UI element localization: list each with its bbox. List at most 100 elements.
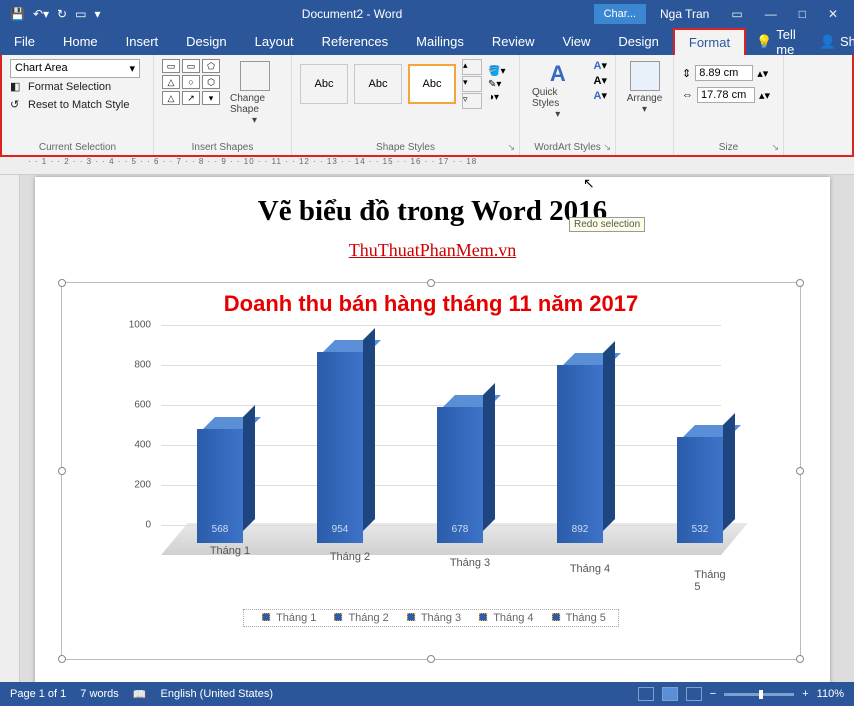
redo-icon[interactable]: ↻ <box>57 7 67 21</box>
resize-handle[interactable] <box>427 655 435 663</box>
legend-item[interactable]: Tháng 5 <box>546 612 606 624</box>
language-indicator[interactable]: English (United States) <box>161 688 274 700</box>
maximize-icon[interactable]: □ <box>791 7 814 21</box>
tab-mailings[interactable]: Mailings <box>402 29 478 54</box>
resize-handle[interactable] <box>58 655 66 663</box>
style-preset-3[interactable]: Abc <box>408 64 456 104</box>
x-label: Tháng 1 <box>210 545 250 557</box>
document-area[interactable]: Vẽ biểu đồ trong Word 2016 ThuThuatPhanM… <box>20 175 854 682</box>
legend-item[interactable]: Tháng 4 <box>473 612 533 624</box>
shape-fill-button[interactable]: 🪣▾ <box>488 66 505 77</box>
tab-format[interactable]: Format <box>673 28 746 55</box>
gallery-up-icon[interactable]: ▴ <box>462 59 482 75</box>
ribbon-options-icon[interactable]: ▭ <box>723 7 750 21</box>
y-axis: 02004006008001000 <box>111 325 155 545</box>
bar[interactable]: 892 <box>557 365 603 543</box>
zoom-level[interactable]: 110% <box>817 688 844 700</box>
format-selection-button[interactable]: ◧Format Selection <box>10 78 145 96</box>
resize-handle[interactable] <box>427 279 435 287</box>
tab-insert[interactable]: Insert <box>112 29 173 54</box>
spinner-icon[interactable]: ▴▾ <box>759 89 770 102</box>
text-fill-button[interactable]: A▾ <box>594 59 607 72</box>
shape-effects-button[interactable]: ◑▾ <box>488 92 505 103</box>
minimize-icon[interactable]: — <box>757 7 785 21</box>
legend-item[interactable]: Tháng 1 <box>256 612 316 624</box>
tell-me[interactable]: 💡Tell me <box>746 27 806 57</box>
tab-review[interactable]: Review <box>478 29 549 54</box>
gallery-down-icon[interactable]: ▾ <box>462 76 482 92</box>
zoom-slider[interactable] <box>724 693 794 696</box>
group-label-wordart: WordArt Styles <box>528 140 607 153</box>
tab-file[interactable]: File <box>0 29 49 54</box>
tab-home[interactable]: Home <box>49 29 112 54</box>
dialog-launcher-icon[interactable]: ↘ <box>603 142 611 153</box>
tab-design-chart[interactable]: Design <box>604 29 672 54</box>
chevron-down-icon: ▾ <box>129 62 135 75</box>
page-indicator[interactable]: Page 1 of 1 <box>10 688 66 700</box>
page-heading: Vẽ biểu đồ trong Word 2016 <box>35 195 830 228</box>
height-field[interactable]: 8.89 cm <box>695 65 753 81</box>
touch-mode-icon[interactable]: ▭ <box>75 7 86 21</box>
read-mode-icon[interactable] <box>638 687 654 701</box>
gallery-more-icon[interactable]: ▿ <box>462 93 482 109</box>
bar[interactable]: 568 <box>197 429 243 543</box>
quick-access-toolbar: 💾 ↶▾ ↻ ▭ ▾ <box>0 7 110 21</box>
horizontal-ruler[interactable]: · · 1 · · 2 · · 3 · · 4 · · 5 · · 6 · · … <box>0 157 854 175</box>
zoom-out-icon[interactable]: − <box>710 688 716 700</box>
shape-outline-button[interactable]: ✎▾ <box>488 79 505 90</box>
resize-handle[interactable] <box>796 655 804 663</box>
page-link[interactable]: ThuThuatPhanMem.vn <box>35 240 830 261</box>
x-label: Tháng 4 <box>570 563 610 575</box>
zoom-in-icon[interactable]: + <box>802 688 808 700</box>
chart-legend[interactable]: Tháng 1 Tháng 2 Tháng 3 Tháng 4 Tháng 5 <box>243 609 619 627</box>
chart-object[interactable]: Doanh thu bán hàng tháng 11 năm 2017 020… <box>61 282 801 660</box>
text-outline-button[interactable]: A▾ <box>594 74 607 87</box>
text-effects-button[interactable]: A▾ <box>594 89 607 102</box>
resize-handle[interactable] <box>58 279 66 287</box>
group-label-shape-styles: Shape Styles <box>300 140 511 153</box>
change-shape-button[interactable]: Change Shape▾ <box>226 59 283 128</box>
spinner-icon[interactable]: ▴▾ <box>757 67 768 80</box>
close-icon[interactable]: ✕ <box>820 7 846 21</box>
bar[interactable]: 954 <box>317 352 363 543</box>
web-layout-icon[interactable] <box>686 687 702 701</box>
spellcheck-icon[interactable]: 📖 <box>133 688 147 701</box>
bar[interactable]: 532 <box>677 437 723 543</box>
word-count[interactable]: 7 words <box>80 688 119 700</box>
print-layout-icon[interactable] <box>662 687 678 701</box>
vertical-ruler[interactable] <box>0 175 20 682</box>
change-shape-icon <box>240 61 270 91</box>
tab-design[interactable]: Design <box>172 29 240 54</box>
shape-style-gallery[interactable]: Abc Abc Abc ▴ ▾ ▿ <box>300 59 482 109</box>
tab-references[interactable]: References <box>308 29 402 54</box>
dialog-launcher-icon[interactable]: ↘ <box>771 142 779 153</box>
shape-gallery[interactable]: ▭▭⬠ △○⬡ △↗▾ <box>162 59 220 105</box>
resize-handle[interactable] <box>796 279 804 287</box>
chart-title[interactable]: Doanh thu bán hàng tháng 11 năm 2017 <box>62 291 800 317</box>
style-preset-1[interactable]: Abc <box>300 64 348 104</box>
reset-match-style-button[interactable]: ↺Reset to Match Style <box>10 96 145 114</box>
tab-layout[interactable]: Layout <box>241 29 308 54</box>
user-name[interactable]: Nga Tran <box>652 7 717 21</box>
bulb-icon: 💡 <box>756 34 772 50</box>
save-icon[interactable]: 💾 <box>10 7 25 21</box>
undo-icon[interactable]: ↶▾ <box>33 7 49 21</box>
legend-item[interactable]: Tháng 3 <box>401 612 461 624</box>
tab-view[interactable]: View <box>548 29 604 54</box>
chart-tools-tab[interactable]: Char... <box>594 4 646 24</box>
resize-handle[interactable] <box>58 467 66 475</box>
chart-element-selector[interactable]: Chart Area▾ <box>10 59 140 78</box>
resize-handle[interactable] <box>796 467 804 475</box>
style-preset-2[interactable]: Abc <box>354 64 402 104</box>
width-field[interactable]: 17.78 cm <box>697 87 755 103</box>
legend-item[interactable]: Tháng 2 <box>328 612 388 624</box>
plot: 568Tháng 1954Tháng 2678Tháng 3892Tháng 4… <box>161 325 721 565</box>
reset-icon: ↺ <box>10 98 24 112</box>
qat-more-icon[interactable]: ▾ <box>94 7 100 21</box>
share-button[interactable]: 👤Share <box>806 29 854 55</box>
dialog-launcher-icon[interactable]: ↘ <box>507 142 515 153</box>
arrange-button[interactable]: Arrange▾ <box>624 59 665 117</box>
chart-plot-area[interactable]: 02004006008001000 568Tháng 1954Tháng 267… <box>111 325 751 605</box>
quick-styles-button[interactable]: A Quick Styles▾ <box>528 59 588 122</box>
bar[interactable]: 678 <box>437 407 483 543</box>
